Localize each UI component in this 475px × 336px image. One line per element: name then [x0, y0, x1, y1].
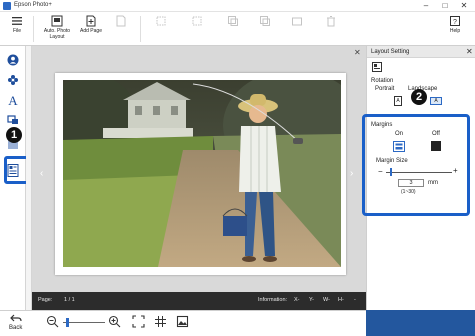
text-icon: A: [8, 93, 18, 107]
photo-image[interactable]: [63, 80, 341, 267]
file-button[interactable]: File: [6, 15, 28, 45]
page-value: 1 / 1: [64, 297, 75, 303]
rotation-label: Rotation: [371, 78, 394, 84]
margin-size-slider-track[interactable]: [386, 172, 452, 173]
back-arrow-icon: [9, 314, 22, 322]
delete-page-icon: [116, 15, 126, 27]
x-value: X-: [294, 297, 300, 303]
photo-preview-icon[interactable]: [176, 315, 189, 328]
y-value: Y-: [309, 297, 314, 303]
app-icon: [3, 2, 11, 10]
margins-off-label: Off: [432, 131, 440, 137]
portrait-option[interactable]: A: [394, 96, 402, 106]
back-button[interactable]: Back: [9, 314, 22, 331]
help-icon: ?: [450, 16, 460, 26]
panel-title: Layout Setting: [371, 49, 410, 55]
window-title: Epson Photo+: [14, 2, 52, 8]
sidebar-item-user[interactable]: [5, 52, 21, 68]
margin-size-label: Margin Size: [376, 158, 408, 164]
minimize-button[interactable]: –: [417, 1, 435, 11]
sidebar-item-stamps[interactable]: [5, 72, 21, 88]
callout-badge-2: 2: [411, 89, 427, 105]
align-icon: [156, 16, 166, 26]
w-value: W-: [323, 297, 330, 303]
svg-text:A: A: [8, 93, 18, 107]
close-button[interactable]: ✕: [455, 1, 473, 11]
zoom-out-icon[interactable]: [46, 315, 59, 328]
margin-range-label: (1~30): [401, 189, 416, 195]
page-label: Page:: [38, 297, 53, 303]
flower-icon: [8, 75, 18, 85]
extra-value: -: [354, 297, 356, 303]
zoom-slider-handle[interactable]: [66, 318, 69, 327]
landscape-option[interactable]: A: [430, 97, 442, 105]
margin-size-input[interactable]: 3: [398, 179, 424, 187]
trash-icon: [327, 16, 335, 27]
auto-layout-label: Auto. Photo Layout: [43, 28, 71, 40]
margin-decrease-button[interactable]: −: [378, 167, 383, 176]
add-page-button[interactable]: Add Page: [78, 15, 104, 45]
sidebar-item-text[interactable]: A: [5, 92, 21, 108]
portrait-label: Portrait: [375, 86, 395, 92]
margins-on-label: On: [395, 131, 404, 137]
margins-off-option[interactable]: [431, 141, 441, 151]
previous-page-arrow[interactable]: ‹: [40, 168, 43, 179]
title-bar: Epson Photo+ – □ ✕: [0, 0, 475, 12]
maximize-button[interactable]: □: [436, 1, 454, 11]
layer-down-icon: [260, 16, 270, 26]
distribute-button[interactable]: [186, 15, 208, 45]
h-value: H-: [338, 297, 344, 303]
info-label: Information:: [258, 297, 288, 303]
group-icon: [292, 17, 302, 26]
margin-increase-button[interactable]: +: [453, 166, 458, 175]
panel-header: Layout Setting ✕: [367, 46, 475, 58]
auto-layout-icon: [51, 15, 63, 27]
margins-on-option[interactable]: [393, 141, 405, 152]
margin-size-slider-handle[interactable]: [390, 168, 392, 176]
margin-unit-label: mm: [428, 180, 438, 186]
shapes-icon: [7, 115, 18, 124]
panel-close-icon[interactable]: ✕: [466, 47, 473, 56]
layout-preview-icon: [372, 62, 382, 72]
svg-text:?: ?: [453, 19, 457, 26]
add-page-label: Add Page: [80, 28, 102, 34]
margins-label: Margins: [371, 122, 393, 128]
callout-badge-1: 1: [6, 127, 22, 143]
menu-icon: [12, 17, 22, 25]
distribute-icon: [192, 16, 202, 26]
delete-page-button[interactable]: [108, 15, 134, 45]
fit-to-window-icon[interactable]: [132, 315, 145, 328]
back-label: Back: [9, 325, 23, 331]
help-label: Help: [449, 28, 461, 34]
file-label: File: [12, 28, 22, 34]
status-bar: Page: 1 / 1 Information: X- Y- W- H- -: [32, 292, 366, 310]
add-page-icon: [86, 15, 96, 27]
margins-highlight: [362, 114, 470, 216]
bring-forward-button[interactable]: [222, 15, 244, 45]
delete-button[interactable]: [320, 15, 342, 45]
group-button[interactable]: [286, 15, 308, 45]
layer-up-icon: [228, 16, 238, 26]
sidebar-item-shapes[interactable]: [5, 112, 21, 128]
toolbar-divider: [33, 16, 34, 42]
zoom-slider-track[interactable]: [63, 322, 105, 323]
toolbar: File Auto. Photo Layout Add Page ? Help: [0, 12, 475, 46]
toolbar-divider: [140, 16, 141, 42]
grid-icon[interactable]: [154, 315, 167, 328]
align-button[interactable]: [150, 15, 172, 45]
send-backward-button[interactable]: [254, 15, 276, 45]
close-preview-icon[interactable]: ✕: [354, 48, 361, 57]
auto-photo-layout-button[interactable]: Auto. Photo Layout: [40, 15, 74, 45]
person-icon: [7, 54, 19, 66]
next-page-arrow[interactable]: ›: [350, 168, 353, 179]
zoom-in-icon[interactable]: [108, 315, 121, 328]
photo-boy-fishing: [63, 80, 341, 267]
panel-footer-bar: [366, 310, 475, 336]
help-button[interactable]: ? Help: [445, 15, 465, 45]
